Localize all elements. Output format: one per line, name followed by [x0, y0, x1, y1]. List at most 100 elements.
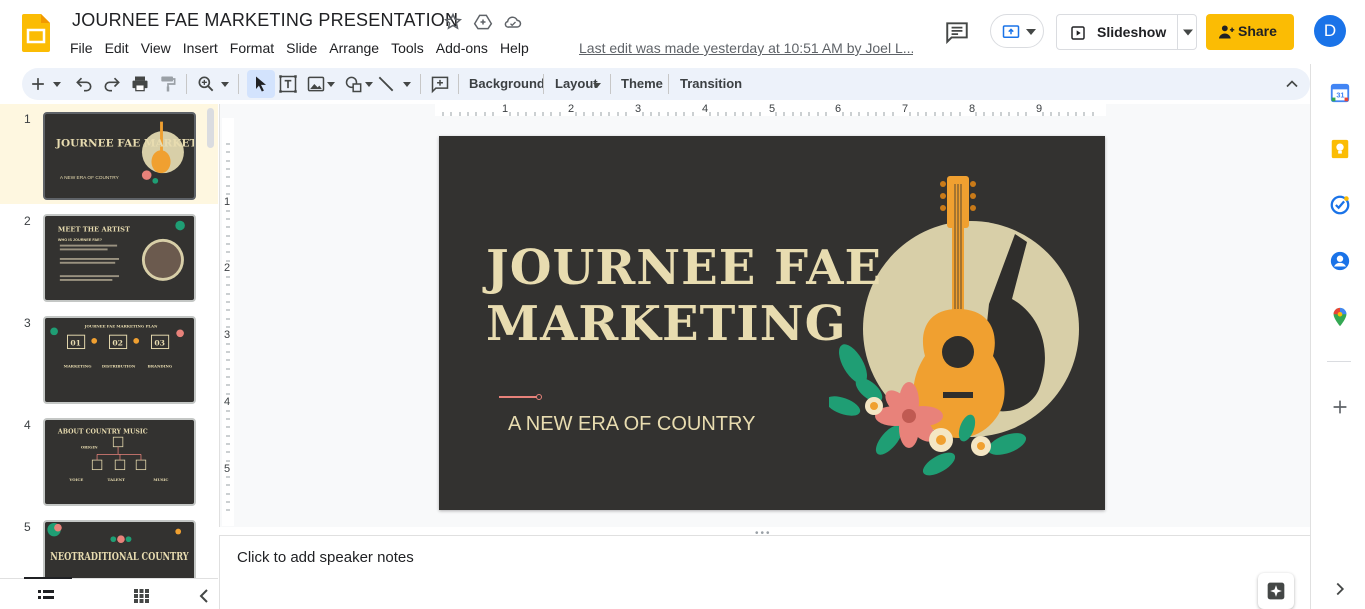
vertical-ruler[interactable]: 1 2 3 4 5	[222, 118, 234, 526]
slideshow-button[interactable]: Slideshow	[1056, 14, 1197, 50]
add-comment-icon[interactable]	[430, 74, 450, 94]
line-icon[interactable]	[376, 74, 396, 94]
toolbar-divider	[420, 74, 421, 94]
menu-slide[interactable]: Slide	[280, 38, 323, 58]
filmstrip-view-icon[interactable]	[38, 589, 54, 603]
slide-subtitle[interactable]: A NEW ERA OF COUNTRY	[508, 413, 755, 436]
thumb-subtitle: A NEW ERA OF COUNTRY	[60, 175, 120, 181]
side-panel: 31	[1310, 64, 1365, 609]
show-side-panel-chevron-icon[interactable]	[1329, 578, 1351, 600]
get-add-ons-plus-icon[interactable]	[1329, 396, 1351, 418]
shape-icon[interactable]	[344, 74, 364, 94]
keep-icon[interactable]	[1329, 138, 1351, 160]
explore-button[interactable]	[1258, 573, 1294, 609]
slide-thumbnail[interactable]: MEET THE ARTIST WHO IS JOURNEE FAE?	[43, 214, 196, 302]
speaker-notes-panel[interactable]: Click to add speaker notes	[219, 535, 1310, 609]
filmstrip-slide-5[interactable]: 5 NEOTRADITIONAL COUNTRY	[0, 512, 218, 578]
theme-button[interactable]: Theme	[621, 76, 663, 91]
menu-add-ons[interactable]: Add-ons	[430, 38, 494, 58]
filmstrip-slide-1[interactable]: 1 JOURNEE FAE MARKETING A NEW ERA OF COU…	[0, 104, 218, 204]
last-edit-link[interactable]: Last edit was made yesterday at 10:51 AM…	[579, 40, 913, 56]
thumb-item: 01	[70, 339, 81, 348]
slides-logo-icon[interactable]	[22, 14, 50, 52]
slideshow-divider	[1177, 15, 1178, 49]
collapse-filmstrip-chevron-icon[interactable]	[198, 589, 210, 603]
ruler-label: 5	[224, 463, 231, 475]
account-avatar[interactable]: D	[1314, 15, 1346, 47]
document-title[interactable]: JOURNEE FAE MARKETING PRESENTATION	[72, 10, 458, 31]
side-panel-divider	[1327, 361, 1351, 362]
slide-number: 2	[24, 214, 31, 228]
layout-chevron-icon[interactable]	[592, 74, 602, 94]
calendar-icon[interactable]: 31	[1329, 82, 1351, 104]
guitar-soundhole	[942, 336, 974, 368]
horizontal-ruler[interactable]: 1 2 3 4 5 6 7 8 9	[435, 103, 1106, 116]
tasks-icon[interactable]	[1329, 194, 1351, 216]
google-slides-app: JOURNEE FAE MARKETING PRESENTATION File …	[0, 0, 1365, 609]
undo-icon[interactable]	[74, 74, 94, 94]
transition-button[interactable]: Transition	[680, 76, 742, 91]
present-to-meeting-button[interactable]	[990, 14, 1044, 48]
header: JOURNEE FAE MARKETING PRESENTATION File …	[0, 0, 1346, 64]
thumb-title: NEOTRADITIONAL COUNTRY	[50, 549, 189, 563]
menu-help[interactable]: Help	[494, 38, 535, 58]
slideshow-options-chevron-icon[interactable]	[1183, 29, 1193, 36]
ruler-label: 7	[902, 103, 909, 115]
new-slide-plus-icon[interactable]	[28, 74, 48, 94]
thumbnail-graphic: NEOTRADITIONAL COUNTRY	[47, 522, 189, 563]
thumb-label: MARKETING	[64, 364, 92, 369]
slide-thumbnail[interactable]: JOURNEE FAE MARKETING A NEW ERA OF COUNT…	[43, 112, 196, 200]
toolbar-divider	[238, 74, 239, 94]
svg-text:31: 31	[1336, 91, 1344, 100]
thumb-title: MEET THE ARTIST	[58, 225, 130, 233]
menu-view[interactable]: View	[135, 38, 177, 58]
grid-view-icon[interactable]	[134, 589, 149, 603]
filmstrip-slide-3[interactable]: 3 JOURNEE FAE MARKETING PLAN 01 02 03 MA…	[0, 308, 218, 408]
menu-tools[interactable]: Tools	[385, 38, 430, 58]
collapse-menu-chevron-up-icon[interactable]	[1282, 74, 1302, 94]
thumb-label: MUSIC	[153, 477, 168, 482]
zoom-chevron-icon[interactable]	[220, 74, 230, 94]
background-button[interactable]: Background	[469, 76, 545, 91]
new-slide-layout-chevron-icon[interactable]	[52, 74, 62, 94]
slide-thumbnail[interactable]: JOURNEE FAE MARKETING PLAN 01 02 03 MARK…	[43, 316, 196, 404]
chevron-down-icon	[1026, 29, 1036, 35]
text-box-icon[interactable]	[278, 74, 298, 94]
filmstrip-scrollbar[interactable]	[207, 108, 214, 148]
filmstrip-slide-2[interactable]: 2 MEET THE ARTIST WHO IS JOURNEE FAE?	[0, 206, 218, 306]
slide-thumbnail[interactable]: ABOUT COUNTRY MUSIC ORIGIN VOICE TALENT …	[43, 418, 196, 506]
move-to-drive-icon[interactable]	[473, 12, 493, 32]
zoom-icon[interactable]	[196, 74, 216, 94]
insert-image-icon[interactable]	[306, 74, 326, 94]
line-chevron-icon[interactable]	[402, 74, 412, 94]
select-cursor-icon[interactable]	[251, 74, 271, 94]
filmstrip-slide-4[interactable]: 4 ABOUT COUNTRY MUSIC ORIGIN VOICE TALEN…	[0, 410, 218, 510]
share-label: Share	[1238, 23, 1277, 39]
comment-history-icon[interactable]	[944, 19, 970, 45]
menu-edit[interactable]: Edit	[99, 38, 135, 58]
thumb-item: 03	[154, 339, 165, 348]
menu-format[interactable]: Format	[224, 38, 280, 58]
redo-icon[interactable]	[102, 74, 122, 94]
slide-title[interactable]: JOURNEE FAE MARKETING	[486, 240, 882, 352]
menu-arrange[interactable]: Arrange	[323, 38, 385, 58]
share-button[interactable]: Share	[1206, 14, 1294, 50]
shape-chevron-icon[interactable]	[364, 74, 374, 94]
cream-flower-1	[929, 428, 953, 452]
maps-icon[interactable]	[1329, 306, 1351, 328]
image-chevron-icon[interactable]	[326, 74, 336, 94]
print-icon[interactable]	[130, 74, 150, 94]
ruler-label: 8	[969, 103, 976, 115]
paint-format-icon[interactable]	[158, 74, 178, 94]
thumbnail-graphic: MEET THE ARTIST WHO IS JOURNEE FAE?	[58, 220, 185, 281]
cloud-status-icon[interactable]	[503, 12, 523, 32]
contacts-icon[interactable]	[1329, 250, 1351, 272]
main-slide[interactable]: JOURNEE FAE MARKETING A NEW ERA OF COUNT…	[439, 136, 1105, 510]
slide-number: 5	[24, 520, 31, 534]
slide-thumbnail[interactable]: NEOTRADITIONAL COUNTRY	[43, 520, 196, 578]
menu-file[interactable]: File	[64, 38, 99, 58]
speaker-notes-placeholder[interactable]: Click to add speaker notes	[237, 549, 414, 566]
menu-insert[interactable]: Insert	[177, 38, 224, 58]
star-icon[interactable]	[443, 12, 463, 32]
present-screen-icon	[1002, 25, 1020, 38]
